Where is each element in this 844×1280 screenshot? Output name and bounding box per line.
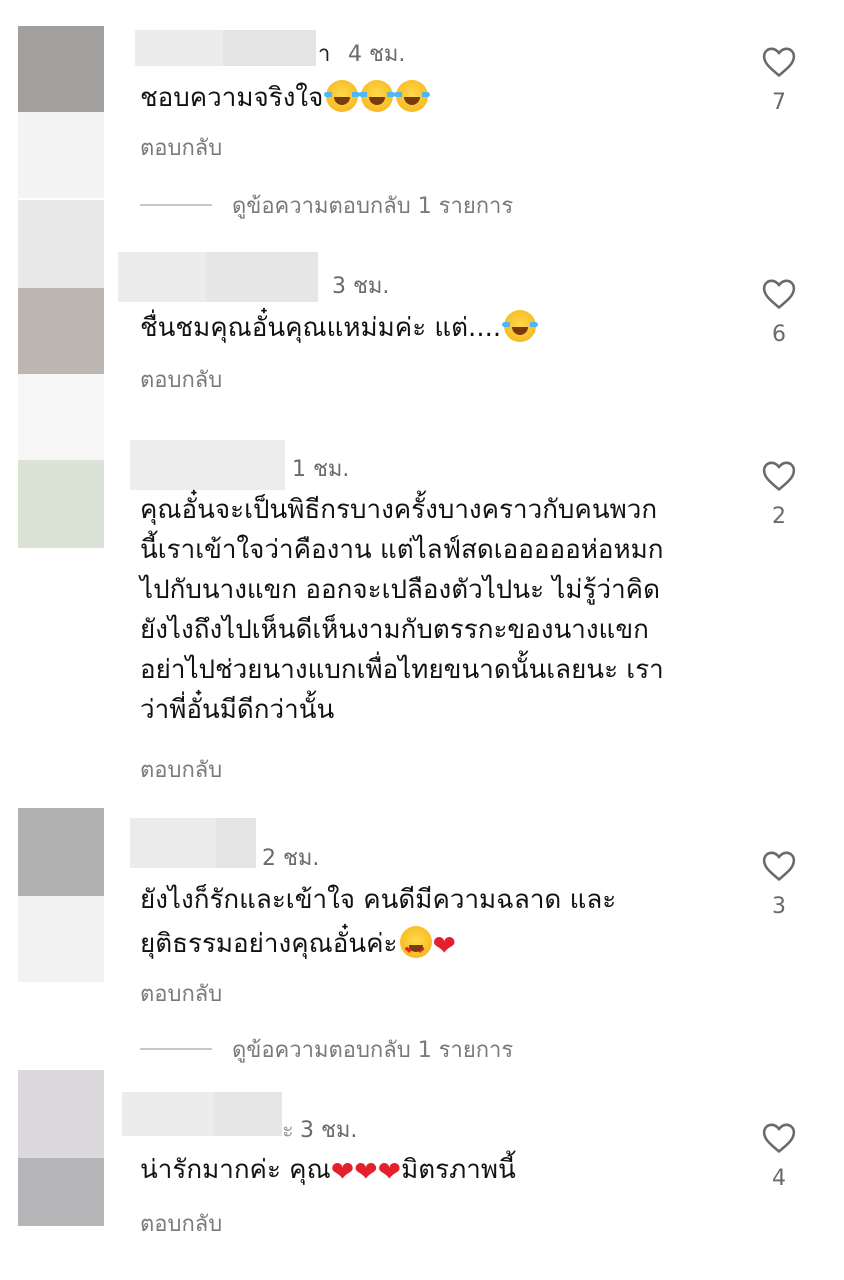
heart-icon[interactable] (762, 46, 796, 78)
avatar[interactable] (18, 288, 104, 374)
reply-button[interactable]: ตอบกลับ (140, 976, 222, 1011)
comment-text: ชอบความจริงใจ (140, 83, 324, 113)
username-redacted[interactable] (223, 30, 316, 66)
comment-time: 1 ชม. (292, 457, 350, 482)
reply-button[interactable]: ตอบกลับ (140, 362, 222, 397)
comment-time: 4 ชม. (348, 42, 406, 67)
username-redacted[interactable] (214, 1092, 282, 1136)
laughing-face-icon (359, 80, 396, 112)
username-redacted[interactable] (206, 252, 318, 302)
laughing-face-icon (324, 80, 361, 112)
reply-button[interactable]: ตอบกลับ (140, 1206, 222, 1241)
heart-eyes-face-icon (400, 926, 433, 973)
username-redacted[interactable] (118, 252, 206, 302)
comment-time: 3 ชม. (300, 1118, 358, 1143)
comment-text-row: น่ารักมากค่ะ คุณ❤❤❤มิตรภาพนี้ (140, 1150, 740, 1192)
comment-text: น่ารักมากค่ะ คุณ (140, 1155, 331, 1185)
comment-text-line: นี้เราเข้าใจว่าคืองาน แต่ไลฟ์สดเอออออห่อ… (140, 535, 664, 565)
avatar-blur-fragment (18, 374, 104, 460)
username-fragment: ะ (282, 1118, 294, 1143)
comment-text-line: ยุติธรรมอย่างคุณอั๋นค่ะ (140, 929, 398, 959)
red-heart-icon: ❤ (354, 1155, 378, 1188)
username-redacted[interactable] (135, 30, 223, 66)
reply-button[interactable]: ตอบกลับ (140, 752, 222, 787)
view-replies-button[interactable]: ดูข้อความตอบกลับ 1 รายการ (140, 188, 513, 222)
laughing-face-icon (502, 310, 539, 342)
comment-text-line: ว่าพี่อั๋นมีดีกว่านั้น (140, 695, 335, 725)
comment-text-line: คุณอั๋นจะเป็นพิธีกรบางครั้งบางคราวกับคนพ… (140, 495, 658, 525)
comment-text-line: อย่าไปช่วยนางแบกเพื่อไทยขนาดนั้นเลยนะ เร… (140, 655, 664, 685)
avatar-blur-fragment (18, 896, 104, 982)
avatar[interactable] (18, 460, 104, 548)
comment-text: ยังไงก็รักและเข้าใจ คนดีมีความฉลาด และ ย… (140, 878, 740, 973)
reply-button[interactable]: ตอบกลับ (140, 130, 222, 165)
red-heart-icon: ❤ (377, 1155, 402, 1188)
like-count: 2 (772, 504, 786, 529)
username-redacted[interactable] (130, 440, 285, 490)
comment-text-line: ยังไงถึงไปเห็นดีเห็นงามกับตรรกะของนางแขก (140, 615, 649, 645)
comment-text-row: ชอบความจริงใจ (140, 78, 740, 118)
comment-text: คุณอั๋นจะเป็นพิธีกรบางครั้งบางคราวกับคนพ… (140, 490, 740, 730)
like-count: 3 (772, 894, 786, 919)
divider-line (140, 204, 212, 206)
like-count: 7 (772, 90, 786, 115)
comment-time: 3 ชม. (332, 274, 390, 299)
avatar[interactable] (18, 808, 104, 896)
heart-icon[interactable] (762, 278, 796, 310)
comment-time: 2 ชม. (262, 846, 320, 871)
avatar[interactable] (18, 1158, 104, 1226)
like-count: 4 (772, 1166, 786, 1191)
username-redacted[interactable] (216, 818, 256, 868)
username-fragment: า (318, 42, 331, 67)
comment-text: มิตรภาพนี้ (401, 1155, 516, 1185)
avatar-blur-fragment (18, 200, 104, 288)
comment-text-line: ไปกับนางแขก ออกจะเปลืองตัวไปนะ ไม่รู้ว่า… (140, 575, 660, 605)
username-redacted[interactable] (122, 1092, 214, 1136)
comment-text-row: ยุติธรรมอย่างคุณอั๋นค่ะ ❤ (140, 922, 740, 973)
username-redacted[interactable] (130, 818, 216, 868)
view-replies-label: ดูข้อความตอบกลับ 1 รายการ (232, 193, 514, 219)
avatar[interactable] (18, 26, 104, 112)
view-replies-label: ดูข้อความตอบกลับ 1 รายการ (232, 1037, 514, 1063)
comment-text-row: ชื่นชมคุณอั๋นคุณแหม่มค่ะ แต่.... (140, 308, 740, 348)
avatar-blur-fragment (18, 112, 104, 198)
divider-line (140, 1048, 212, 1050)
heart-icon[interactable] (762, 1122, 796, 1154)
like-count: 6 (772, 322, 786, 347)
heart-icon[interactable] (762, 850, 796, 882)
heart-icon[interactable] (762, 460, 796, 492)
comment-text-line: ยังไงก็รักและเข้าใจ คนดีมีความฉลาด และ (140, 885, 617, 915)
red-heart-icon: ❤ (330, 1155, 355, 1188)
avatar-blur-fragment (18, 1070, 104, 1158)
laughing-face-icon (394, 80, 431, 112)
view-replies-button[interactable]: ดูข้อความตอบกลับ 1 รายการ (140, 1032, 513, 1066)
red-heart-icon: ❤ (432, 929, 456, 962)
comment-text: ชื่นชมคุณอั๋นคุณแหม่มค่ะ แต่.... (140, 313, 502, 343)
